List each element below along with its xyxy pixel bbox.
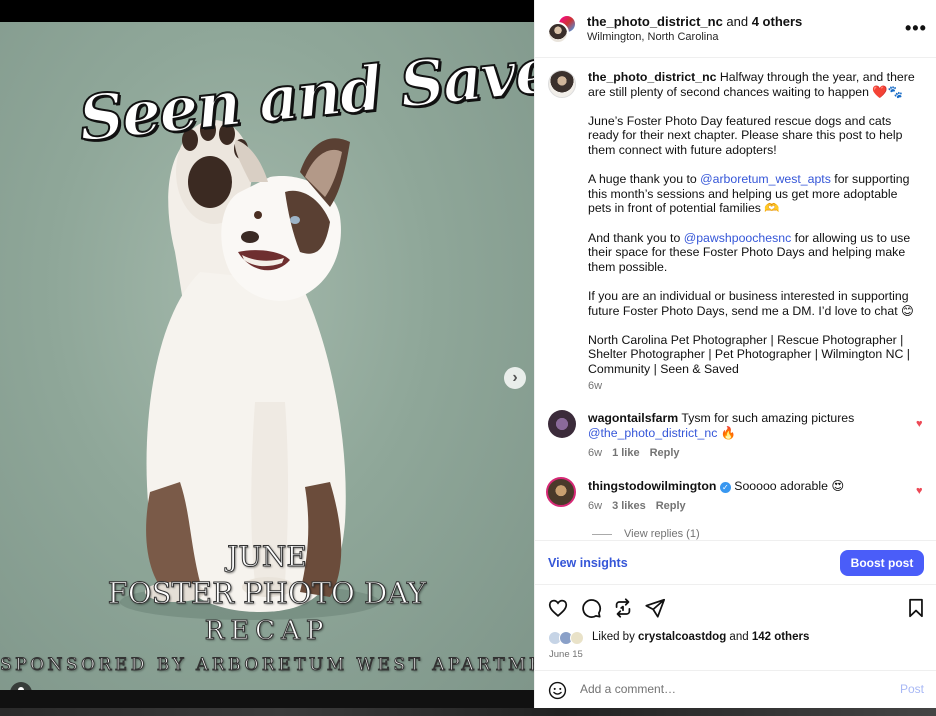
header-and: and [722, 14, 752, 29]
comment-text: wagontailsfarm Tysm for such amazing pic… [588, 411, 918, 440]
caption-p3a: A huge thank you to [588, 172, 701, 187]
avatar [547, 22, 569, 44]
post-caption: the_photo_district_nc Halfway through th… [588, 70, 918, 376]
caption-username[interactable]: the_photo_district_nc [588, 70, 716, 84]
comment-text: thingstodowilmington ✓ Sooooo adorable 😍 [588, 479, 918, 494]
avatar[interactable] [546, 477, 576, 507]
bookmark-icon[interactable] [905, 597, 927, 619]
caption-p4a: And thank you to [588, 230, 684, 245]
comment-time[interactable]: 6w [588, 447, 602, 459]
collab-avatars[interactable] [547, 14, 577, 44]
caption-p6: North Carolina Pet Photographer | Rescue… [588, 332, 910, 376]
comment-emoji: 🔥 [717, 425, 737, 440]
reply-button[interactable]: Reply [650, 447, 680, 459]
verified-badge-icon: ✓ [719, 482, 731, 493]
heart-icon[interactable]: ♥ [916, 485, 923, 497]
comment-input[interactable]: Add a comment… [580, 682, 676, 696]
comment-body: Sooooo adorable 😍 [730, 479, 845, 493]
overlay-june: JUNE [227, 540, 308, 574]
comment-likes[interactable]: 3 likes [612, 500, 646, 512]
caption-timestamp[interactable]: 6w [588, 380, 602, 392]
liked-and: and [726, 631, 752, 643]
insights-row: View insights Boost post [535, 540, 936, 584]
comment-username[interactable]: thingstodowilmington [588, 479, 716, 493]
header-authors[interactable]: the_photo_district_nc and 4 others [587, 14, 802, 29]
liked-by-text: Liked by crystalcoastdog and 142 others [592, 631, 809, 643]
comment-icon[interactable] [580, 597, 602, 619]
boost-post-button[interactable]: Boost post [840, 550, 924, 576]
next-slide-button[interactable]: › [504, 367, 526, 389]
comment-bar: Add a comment… Post [535, 670, 936, 708]
overlay-recap: RECAP [204, 616, 330, 647]
caption-p2: June’s Foster Photo Day featured rescue … [588, 113, 903, 157]
post-modal: Seen and Saved JUNE FOSTER PHOTO DAY REC… [0, 0, 936, 716]
caption-p5: If you are an individual or business int… [588, 288, 914, 318]
repost-icon[interactable] [612, 597, 634, 619]
heart-icon[interactable]: ♥ [916, 418, 923, 430]
likes-count[interactable]: 142 others [752, 631, 810, 643]
chevron-right-icon: › [512, 369, 518, 386]
view-insights-link[interactable]: View insights [548, 556, 628, 570]
avatar [570, 631, 584, 645]
avatar[interactable] [548, 70, 576, 98]
post-side-panel: the_photo_district_nc and 4 others Wilmi… [534, 0, 936, 708]
action-bar: Liked by crystalcoastdog and 142 others … [535, 584, 936, 670]
comment-time[interactable]: 6w [588, 500, 602, 512]
mention-link[interactable]: @pawshpoochesnc [684, 231, 792, 245]
header-others[interactable]: 4 others [752, 14, 803, 29]
comment-body: Tysm for such amazing pictures [678, 411, 855, 425]
post-date[interactable]: June 15 [549, 649, 583, 660]
like-heart-icon[interactable] [547, 597, 569, 619]
emoji-icon[interactable] [548, 681, 567, 700]
comment-username[interactable]: wagontailsfarm [588, 411, 678, 425]
liked-by-label: Liked by [592, 631, 639, 643]
overlay-foster-photo-day: FOSTER PHOTO DAY [107, 576, 427, 611]
liked-by-user[interactable]: crystalcoastdog [638, 631, 726, 643]
header-location[interactable]: Wilmington, North Carolina [587, 31, 718, 43]
comments-scroll-area[interactable]: the_photo_district_nc Halfway through th… [535, 58, 936, 540]
header-username[interactable]: the_photo_district_nc [587, 14, 723, 29]
more-options-icon[interactable]: ••• [905, 18, 927, 39]
backdrop-bottom [0, 708, 936, 716]
comment-likes[interactable]: 1 like [612, 447, 640, 459]
share-icon[interactable] [644, 597, 666, 619]
overlay-sponsor: SPONSORED BY ARBORETUM WEST APARTMENTS [0, 655, 534, 676]
post-media[interactable]: Seen and Saved JUNE FOSTER PHOTO DAY REC… [0, 22, 534, 690]
mention-link[interactable]: @arboretum_west_apts [700, 172, 831, 186]
comment-meta: 6w 3 likes Reply [588, 500, 686, 512]
comment-meta: 6w 1 like Reply [588, 447, 680, 459]
backdrop [0, 0, 534, 22]
post-comment-button[interactable]: Post [900, 682, 924, 696]
view-replies-button[interactable]: View replies (1) [592, 528, 700, 540]
reply-button[interactable]: Reply [656, 500, 686, 512]
avatar[interactable] [548, 410, 576, 438]
mention-link[interactable]: @the_photo_district_nc [588, 426, 717, 440]
post-header: the_photo_district_nc and 4 others Wilmi… [535, 0, 936, 58]
